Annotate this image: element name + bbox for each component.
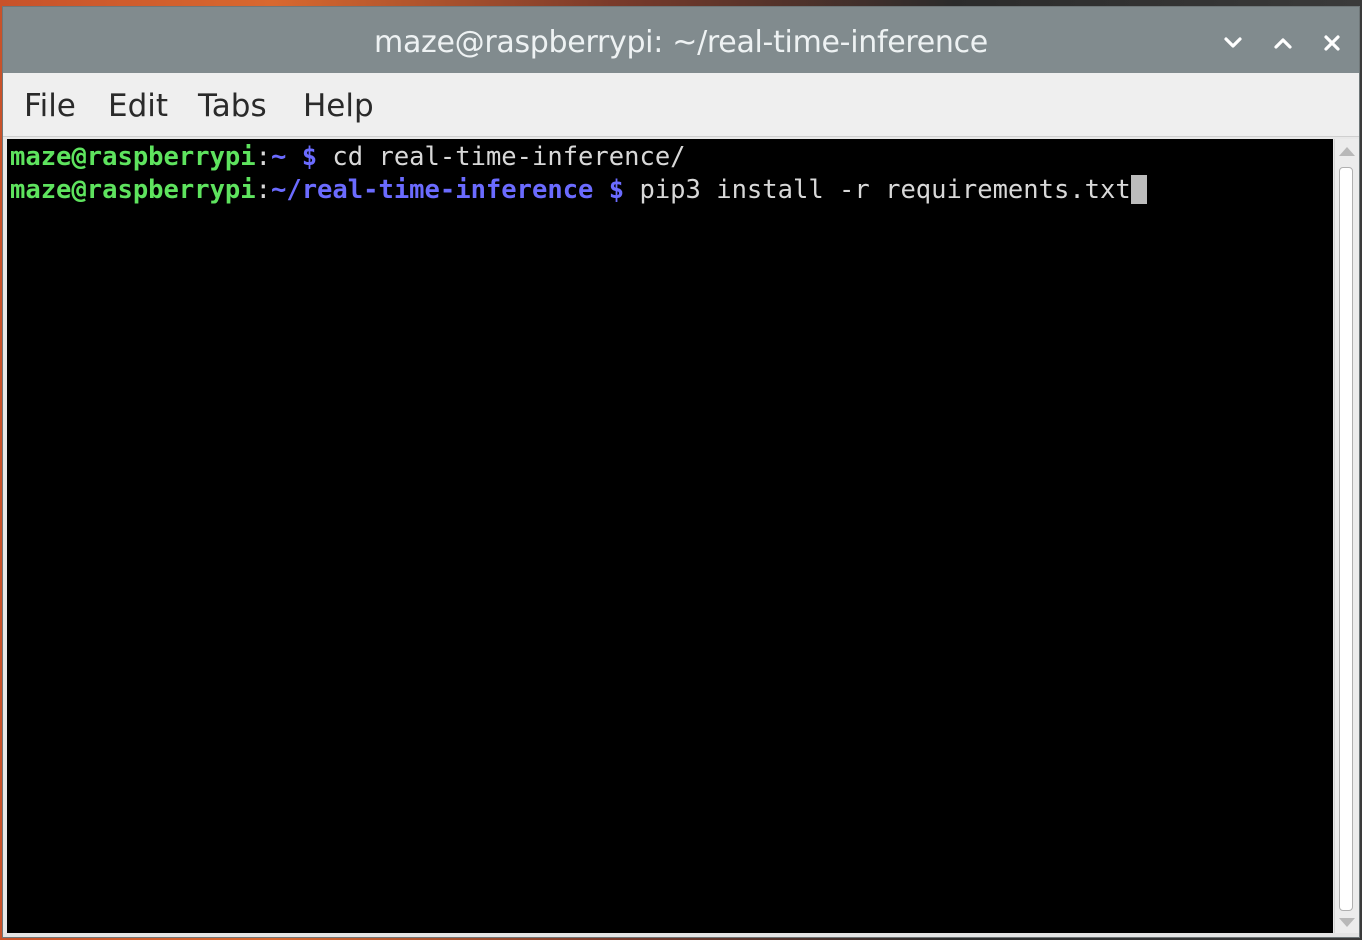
minimize-button[interactable] [1215,25,1251,61]
menu-edit[interactable]: Edit [108,87,168,125]
prompt-separator: : [255,142,271,172]
chevron-up-icon [1274,38,1292,49]
command-text: cd real-time-inference/ [332,142,686,172]
prompt-separator: : [255,175,271,205]
terminal-window: maze@raspberrypi: ~/real-time-inference … [2,6,1360,938]
menu-bar: File Edit Tabs Help [3,73,1359,137]
prompt-symbol: $ [593,175,640,205]
prompt-user-host: maze@raspberrypi [10,142,256,172]
terminal-output[interactable]: maze@raspberrypi:~ $ cd real-time-infere… [7,139,1333,933]
chevron-down-icon [1224,37,1242,48]
terminal-line: maze@raspberrypi:~ $ cd real-time-infere… [10,141,686,173]
scroll-up-arrow-icon[interactable] [1339,147,1355,156]
menu-help[interactable]: Help [303,87,374,125]
menu-tabs[interactable]: Tabs [198,87,267,125]
terminal-line: maze@raspberrypi:~/real-time-inference $… [10,174,1147,206]
prompt-user-host: maze@raspberrypi [10,175,256,205]
window-title: maze@raspberrypi: ~/real-time-inference [374,25,988,60]
maximize-button[interactable] [1265,25,1301,61]
command-text: pip3 install -r requirements.txt [639,175,1131,205]
menu-file[interactable]: File [24,87,76,125]
prompt-path: ~/real-time-inference [271,175,594,205]
prompt-path: ~ [271,142,287,172]
text-cursor [1130,175,1147,204]
close-icon [1324,35,1340,51]
scroll-down-arrow-icon[interactable] [1339,918,1355,927]
vertical-scrollbar[interactable] [1334,139,1359,933]
close-button[interactable] [1314,25,1350,61]
scrollbar-thumb[interactable] [1339,167,1353,911]
title-bar[interactable]: maze@raspberrypi: ~/real-time-inference [3,7,1359,73]
prompt-symbol: $ [286,142,333,172]
window-bottom-border [3,933,1359,937]
